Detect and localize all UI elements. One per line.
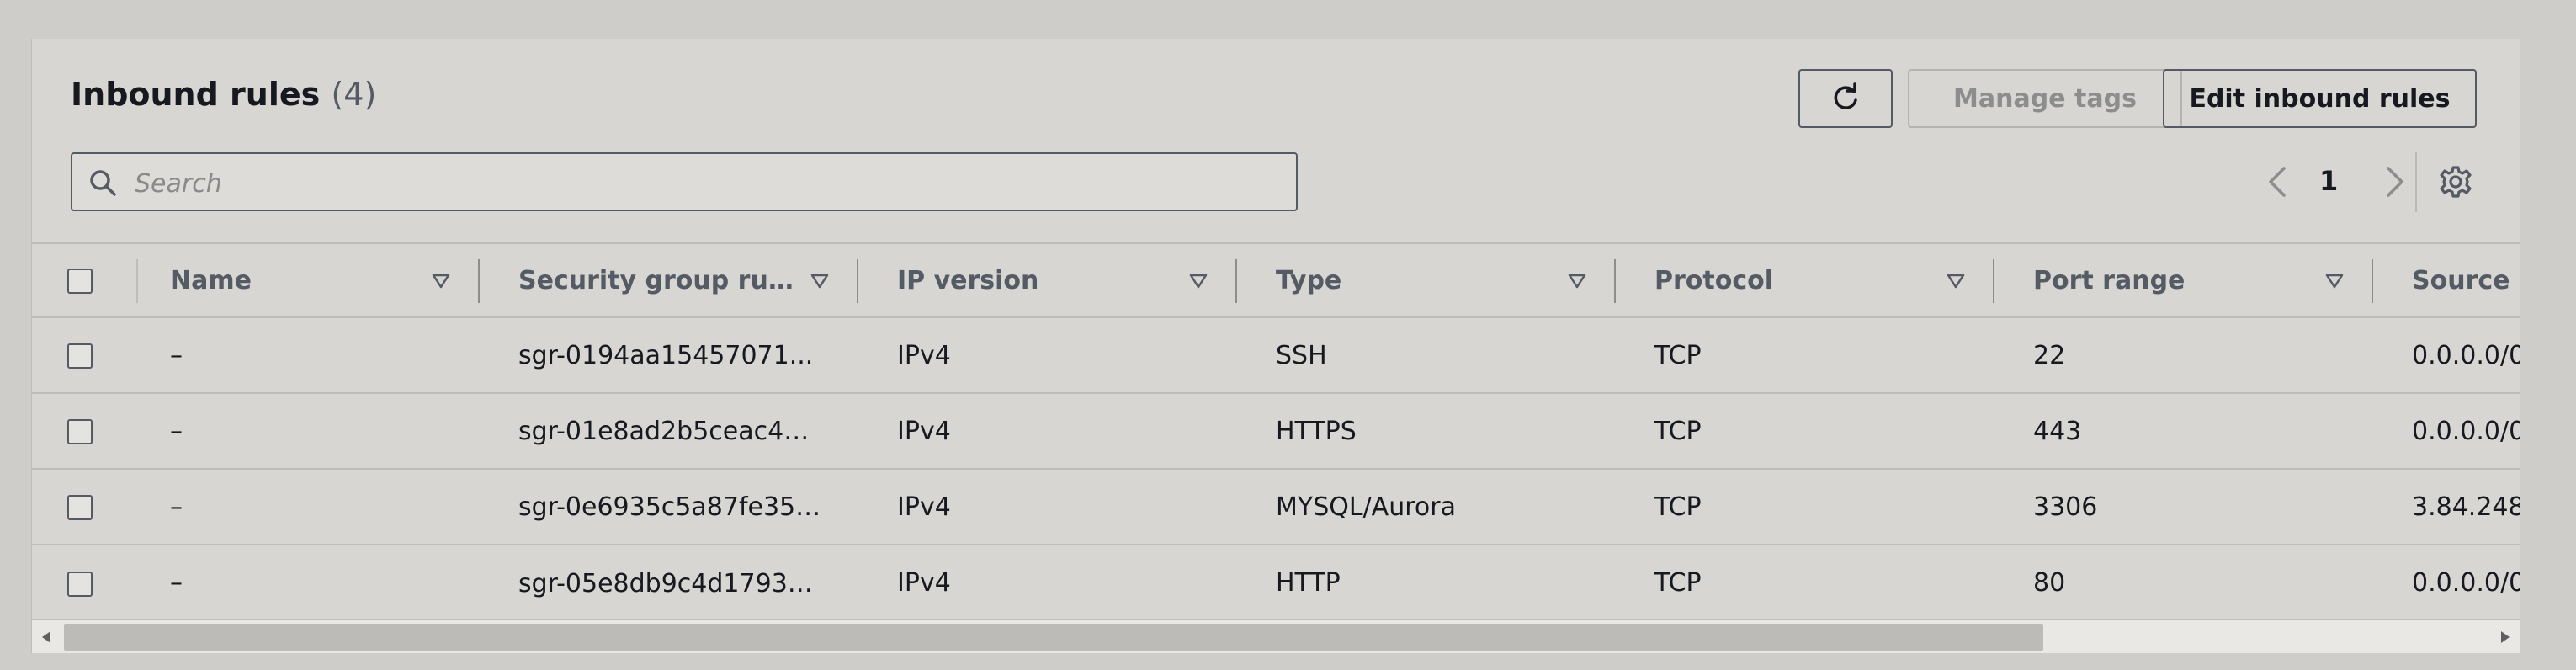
refresh-icon	[1834, 82, 1857, 109]
cell-protocol: TCP	[1654, 568, 1702, 598]
cell-type: HTTP	[1276, 568, 1341, 598]
rule-id-text: sgr-05e8db9c4d1793d...	[518, 568, 821, 598]
cell-type: HTTPS	[1276, 416, 1357, 446]
row-select-cell	[32, 545, 136, 620]
cell-name: –	[170, 492, 183, 522]
column-label: Security group rule...	[518, 266, 796, 295]
refresh-button[interactable]	[1798, 69, 1893, 128]
cell-type: MYSQL/Aurora	[1276, 492, 1456, 522]
select-all-cell	[32, 243, 136, 317]
column-label: Protocol	[1654, 266, 1774, 295]
chevron-right-icon[interactable]	[2380, 163, 2410, 200]
panel-title: Inbound rules (4)	[71, 76, 376, 113]
cell-name: –	[170, 416, 183, 446]
row-checkbox[interactable]	[67, 571, 93, 597]
column-header-name[interactable]: Name	[136, 243, 480, 317]
cell-source: 0.0.0.0/0	[2412, 568, 2520, 598]
inbound-rules-panel: Inbound rules (4) Manage tags Edit inbou…	[31, 39, 2520, 653]
row-checkbox[interactable]	[67, 419, 93, 444]
row-select-cell	[32, 393, 136, 469]
row-checkbox[interactable]	[67, 495, 93, 520]
gear-icon[interactable]	[2439, 165, 2472, 199]
row-select-cell	[32, 317, 136, 393]
column-header-ip-version[interactable]: IP version	[858, 243, 1237, 317]
search-field[interactable]	[71, 152, 1298, 211]
column-label: Source	[2412, 266, 2510, 295]
cell-ip-version: IPv4	[897, 568, 951, 598]
table-header-row: Name Security group rule... IP version T…	[32, 243, 2520, 317]
row-checkbox[interactable]	[67, 343, 93, 369]
cell-rule-id: sgr-0194aa15457071...	[480, 317, 858, 393]
cell-source: 0.0.0.0/0	[2412, 416, 2520, 446]
table-row[interactable]: – sgr-05e8db9c4d1793d... IPv4 HTTP TCP 8…	[32, 545, 2520, 620]
cell-protocol: TCP	[1654, 340, 1702, 370]
cell-port-range: 22	[2033, 340, 2066, 370]
search-input[interactable]	[133, 162, 1281, 205]
search-icon	[90, 170, 116, 196]
rule-id-text: sgr-0e6935c5a87fe3570	[518, 492, 821, 522]
column-label: IP version	[897, 266, 1039, 295]
table-row[interactable]: – sgr-01e8ad2b5ceac44e0 IPv4 HTTPS TCP 4…	[32, 393, 2520, 469]
cell-ip-version: IPv4	[897, 416, 951, 446]
manage-tags-button[interactable]: Manage tags	[1908, 69, 2182, 128]
horizontal-scrollbar[interactable]	[32, 619, 2520, 653]
table-row[interactable]: – sgr-0194aa15457071... IPv4 SSH TCP 22 …	[32, 317, 2520, 393]
chevron-left-icon[interactable]	[2262, 163, 2292, 200]
cell-ip-version: IPv4	[897, 492, 951, 522]
sort-down-icon[interactable]	[431, 273, 451, 290]
scroll-right-icon[interactable]	[2499, 630, 2511, 644]
column-header-protocol[interactable]: Protocol	[1616, 243, 1994, 317]
cell-port-range: 3306	[2033, 492, 2098, 522]
row-select-cell	[32, 469, 136, 545]
current-page-number[interactable]: 1	[2319, 165, 2338, 197]
cell-protocol: TCP	[1654, 416, 1702, 446]
pager-divider	[2415, 152, 2417, 212]
rule-id-text: sgr-01e8ad2b5ceac44e0	[518, 417, 821, 446]
cell-port-range: 443	[2033, 416, 2082, 446]
cell-rule-id: sgr-01e8ad2b5ceac44e0	[480, 393, 858, 469]
rule-id-text: sgr-0194aa15457071...	[518, 341, 814, 370]
cell-type: SSH	[1276, 340, 1327, 370]
sort-down-icon[interactable]	[1188, 273, 1208, 290]
column-label: Name	[170, 266, 252, 295]
cell-rule-id: sgr-0e6935c5a87fe3570	[480, 469, 858, 545]
column-header-type[interactable]: Type	[1237, 243, 1616, 317]
sort-down-icon[interactable]	[1946, 273, 1966, 290]
cell-source: 0.0.0.0/0	[2412, 340, 2520, 370]
scroll-left-icon[interactable]	[40, 630, 52, 644]
column-header-port-range[interactable]: Port range	[1994, 243, 2373, 317]
edit-inbound-rules-button[interactable]: Edit inbound rules	[2163, 69, 2477, 128]
cell-name: –	[170, 340, 183, 370]
rule-count: (4)	[331, 76, 377, 113]
sort-down-icon[interactable]	[2324, 273, 2345, 290]
scrollbar-thumb[interactable]	[64, 624, 2043, 651]
cell-protocol: TCP	[1654, 492, 1702, 522]
select-all-checkbox[interactable]	[67, 269, 93, 294]
sort-down-icon[interactable]	[1567, 273, 1587, 290]
column-divider	[136, 259, 138, 303]
cell-source: 3.84.248.	[2412, 492, 2520, 522]
cell-ip-version: IPv4	[897, 340, 951, 370]
column-label: Port range	[2033, 266, 2186, 295]
sort-down-icon[interactable]	[810, 273, 830, 290]
panel-title-text: Inbound rules	[71, 76, 321, 113]
table-row[interactable]: – sgr-0e6935c5a87fe3570 IPv4 MYSQL/Auror…	[32, 469, 2520, 545]
inbound-rules-table: Name Security group rule... IP version T…	[32, 242, 2520, 620]
cell-name: –	[170, 568, 183, 598]
cell-rule-id: sgr-05e8db9c4d1793d...	[480, 545, 858, 620]
column-header-source[interactable]: Source	[2373, 243, 2520, 317]
cell-port-range: 80	[2033, 568, 2066, 598]
column-header-rule-id[interactable]: Security group rule...	[480, 243, 858, 317]
column-label: Type	[1276, 266, 1342, 295]
